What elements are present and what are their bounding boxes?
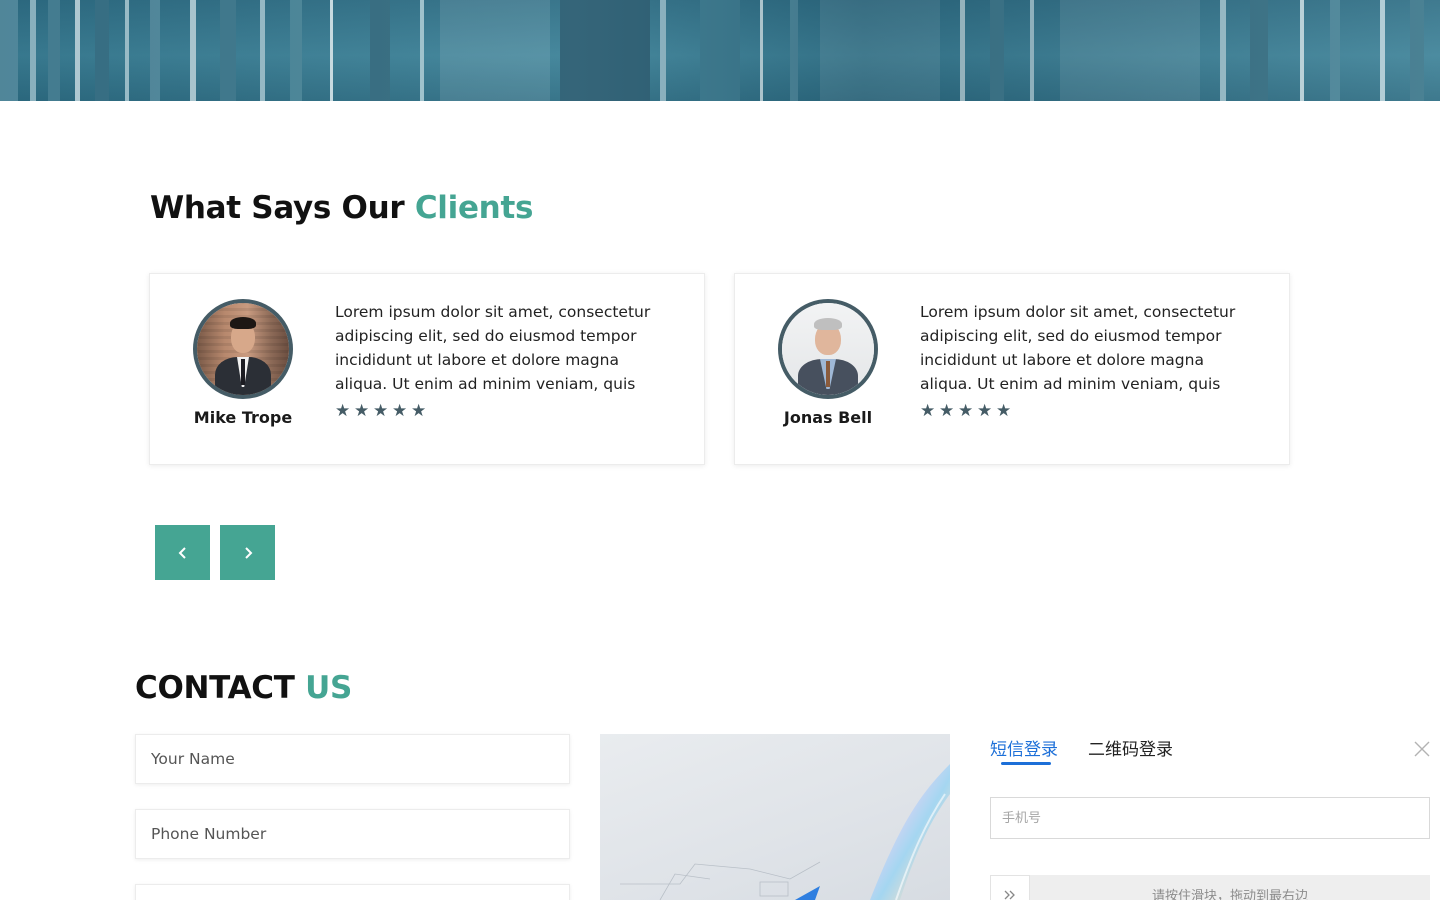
slider-captcha-handle[interactable] [990, 875, 1030, 900]
star-icon: ★ [411, 401, 427, 421]
rating-stars: ★ ★ ★ ★ ★ [920, 401, 1012, 421]
client-name: Mike Trope [193, 408, 293, 427]
close-icon [1414, 741, 1430, 757]
star-icon: ★ [958, 401, 974, 421]
testimonials-title-accent: Clients [414, 190, 534, 226]
contact-title-accent: US [305, 670, 352, 706]
chevron-right-icon [244, 546, 252, 559]
testimonials-title-main: What Says Our [150, 190, 415, 226]
star-icon: ★ [354, 401, 370, 421]
testimonial-quote: Lorem ipsum dolor sit amet, consectetur … [335, 303, 651, 393]
next-slide-button[interactable] [220, 525, 275, 580]
close-button[interactable] [1413, 740, 1431, 758]
star-icon: ★ [977, 401, 993, 421]
star-icon: ★ [373, 401, 389, 421]
phone-number-field[interactable] [135, 809, 570, 859]
client-avatar [193, 299, 293, 399]
rating-stars: ★ ★ ★ ★ ★ [335, 401, 427, 421]
testimonial-quote: Lorem ipsum dolor sit amet, consectetur … [920, 303, 1236, 393]
mobile-number-input[interactable] [990, 797, 1430, 839]
client-avatar [778, 299, 878, 399]
double-chevron-right-icon [1004, 890, 1015, 900]
contact-title-main: CONTACT [135, 670, 306, 706]
testimonial-card: Jonas Bell Lorem ipsum dolor sit amet, c… [734, 273, 1290, 465]
tab-sms-login[interactable]: 短信登录 [990, 735, 1058, 760]
active-tab-indicator [1001, 762, 1051, 765]
star-icon: ★ [920, 401, 936, 421]
hero-banner-image [0, 0, 1440, 101]
testimonial-card: Mike Trope Lorem ipsum dolor sit amet, c… [149, 273, 705, 465]
name-field[interactable] [135, 734, 570, 784]
star-icon: ★ [996, 401, 1012, 421]
tab-qr-login[interactable]: 二维码登录 [1088, 735, 1173, 760]
star-icon: ★ [392, 401, 408, 421]
contact-image [600, 734, 950, 900]
chevron-left-icon [178, 546, 186, 559]
contact-title: CONTACT US [135, 670, 352, 706]
star-icon: ★ [939, 401, 955, 421]
slider-captcha-text: 请按住滑块，拖动到最右边 [1151, 889, 1308, 900]
testimonials-title: What Says Our Clients [150, 190, 533, 226]
star-icon: ★ [335, 401, 351, 421]
client-name: Jonas Bell [783, 408, 873, 427]
contact-field[interactable] [135, 884, 570, 900]
prev-slide-button[interactable] [155, 525, 210, 580]
